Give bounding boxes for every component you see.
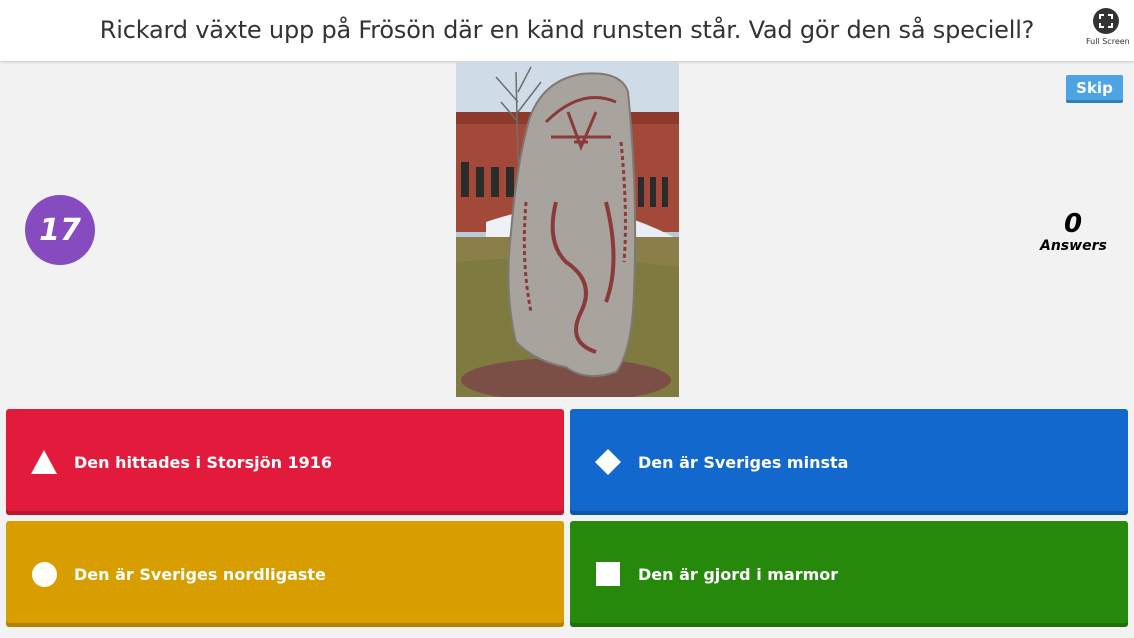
countdown-timer: 17: [25, 195, 95, 265]
answers-count: 0: [1063, 209, 1083, 239]
question-image: [456, 62, 679, 397]
square-icon: [595, 561, 621, 587]
answer-label-2: Den är Sveriges minsta: [638, 452, 849, 472]
answer-label-4: Den är gjord i marmor: [638, 564, 839, 584]
answers-label: Answers: [1040, 238, 1107, 254]
skip-button[interactable]: Skip: [1066, 75, 1123, 103]
circle-icon: [31, 561, 57, 587]
top-bar: Rickard växte upp på Frösön där en känd …: [0, 0, 1134, 61]
answer-option-4[interactable]: Den är gjord i marmor: [570, 521, 1128, 627]
question-title: Rickard växte upp på Frösön där en känd …: [99, 16, 1035, 44]
answer-label-1: Den hittades i Storsjön 1916: [74, 452, 333, 472]
diamond-icon: [595, 449, 621, 475]
answers-counter: 0 Answers: [1040, 209, 1107, 254]
answer-label-3: Den är Sveriges nordligaste: [74, 564, 326, 584]
fullscreen-button[interactable]: Full Screen: [1086, 8, 1130, 46]
fullscreen-label: Full Screen: [1086, 37, 1130, 46]
fullscreen-icon: [1093, 8, 1119, 34]
answer-option-1[interactable]: Den hittades i Storsjön 1916: [6, 409, 564, 515]
answer-option-3[interactable]: Den är Sveriges nordligaste: [6, 521, 564, 627]
triangle-icon: [31, 449, 57, 475]
runestone-image: [456, 62, 679, 397]
answer-option-2[interactable]: Den är Sveriges minsta: [570, 409, 1128, 515]
